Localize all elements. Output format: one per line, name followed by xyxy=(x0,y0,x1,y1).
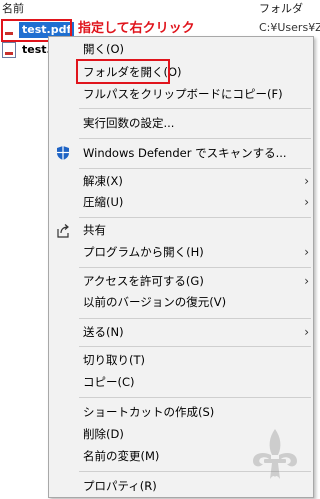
menu-separator xyxy=(79,108,311,109)
menu-item-copy-full-path[interactable]: フルパスをクリップボードにコピー(F) xyxy=(83,84,309,104)
chevron-right-icon: › xyxy=(304,245,309,259)
menu-item-compress[interactable]: 圧縮(U) › xyxy=(83,192,309,212)
column-header-folder[interactable]: フォルダ xyxy=(259,0,303,18)
column-header-name[interactable]: 名前 xyxy=(2,0,24,18)
menu-item-give-access[interactable]: アクセスを許可する(G) › xyxy=(83,271,309,291)
chevron-right-icon: › xyxy=(304,274,309,288)
menu-separator xyxy=(79,138,311,139)
menu-item-cut[interactable]: 切り取り(T) xyxy=(83,350,309,370)
menu-separator xyxy=(79,217,311,218)
menu-item-copy[interactable]: コピー(C) xyxy=(83,372,309,392)
highlight-frame xyxy=(76,59,170,84)
menu-item-label: 解凍(X) xyxy=(83,174,123,188)
folder-path-value: C:¥Users¥Z xyxy=(259,21,320,34)
menu-item-label: 名前の変更(M) xyxy=(83,449,160,463)
menu-item-run-count[interactable]: 実行回数の設定... xyxy=(83,113,309,133)
menu-item-label: 以前のバージョンの復元(V) xyxy=(83,295,227,309)
pdf-file-icon xyxy=(2,42,16,58)
menu-item-label: プログラムから開く(H) xyxy=(83,245,204,259)
menu-item-label: 切り取り(T) xyxy=(83,353,145,367)
menu-item-label: アクセスを許可する(G) xyxy=(83,274,204,288)
menu-item-label: Windows Defender でスキャンする... xyxy=(83,146,287,160)
menu-item-label: 共有 xyxy=(83,223,106,237)
menu-separator xyxy=(79,318,311,319)
menu-separator xyxy=(79,397,311,398)
menu-item-open-with[interactable]: プログラムから開く(H) › xyxy=(83,242,309,262)
chevron-right-icon: › xyxy=(304,174,309,188)
menu-item-label: プロパティ(R) xyxy=(83,479,157,493)
menu-separator xyxy=(79,267,311,268)
menu-item-restore-versions[interactable]: 以前のバージョンの復元(V) xyxy=(83,292,309,312)
share-icon xyxy=(57,224,69,238)
menu-item-label: ショートカットの作成(S) xyxy=(83,405,215,419)
menu-item-label: コピー(C) xyxy=(83,375,135,389)
menu-item-open[interactable]: 開く(O) xyxy=(83,39,309,59)
menu-item-label: 送る(N) xyxy=(83,325,124,339)
menu-item-defender-scan[interactable]: Windows Defender でスキャンする... xyxy=(83,143,309,163)
menu-item-label: 削除(D) xyxy=(83,427,124,441)
menu-item-label: 実行回数の設定... xyxy=(83,116,175,130)
chevron-right-icon: › xyxy=(304,195,309,209)
shield-icon xyxy=(57,146,69,160)
chevron-right-icon: › xyxy=(304,325,309,339)
menu-item-send-to[interactable]: 送る(N) › xyxy=(83,322,309,342)
menu-item-label: 開く(O) xyxy=(83,42,125,56)
menu-item-label: 圧縮(U) xyxy=(83,195,124,209)
menu-item-share[interactable]: 共有 xyxy=(83,220,309,240)
menu-item-extract[interactable]: 解凍(X) › xyxy=(83,171,309,191)
menu-separator xyxy=(79,168,311,169)
menu-item-label: フルパスをクリップボードにコピー(F) xyxy=(83,87,283,101)
fleur-de-lis-watermark-icon xyxy=(253,429,297,479)
menu-item-create-shortcut[interactable]: ショートカットの作成(S) xyxy=(83,402,309,422)
menu-separator xyxy=(79,346,311,347)
